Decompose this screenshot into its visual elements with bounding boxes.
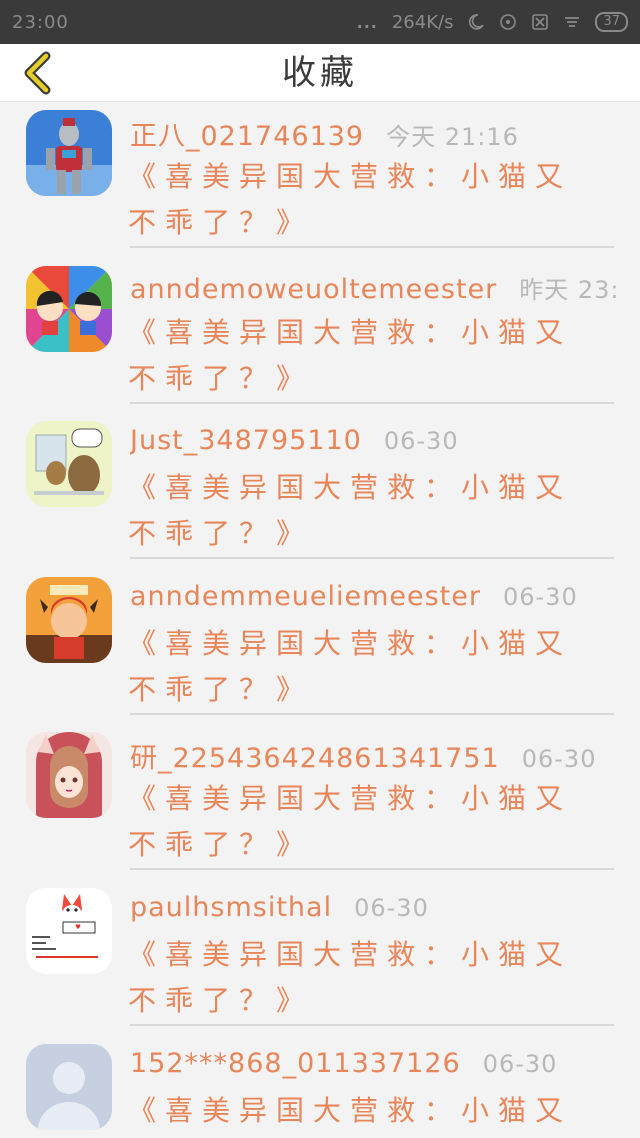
item-header: 正八_021746139 今天 21:16 (130, 114, 620, 154)
item-title[interactable]: 《喜美异国大营救：小猫又不乖 (128, 1088, 608, 1138)
divider (130, 557, 614, 560)
username[interactable]: Just_348795110 (130, 425, 362, 456)
favorite-item[interactable]: 正八_021746139 今天 21:16 《喜美异国大营救：小猫又不乖了？》 (0, 102, 640, 258)
username[interactable]: paulhsmsithal (130, 892, 332, 923)
username[interactable]: 正八_021746139 (130, 114, 364, 153)
item-header: anndemmeueliemeester 06-30 (130, 581, 620, 621)
no-sim-icon (532, 14, 549, 30)
divider (130, 712, 614, 715)
status-bar: 23:00 ... 264K/s 37 (0, 0, 640, 44)
status-time: 23:00 (12, 11, 69, 33)
username[interactable]: anndemmeueliemeester (130, 581, 481, 612)
page-title: 收藏 (282, 53, 358, 93)
timestamp: 06-30 (383, 427, 459, 456)
favorite-item[interactable]: 研_2254364248613417​51 06-30 《喜美异国大营救：小猫又… (0, 724, 640, 880)
favorite-item[interactable]: paulhsmsithal 06-30 《喜美异国大营救：小猫又不乖了？》 (0, 880, 640, 1036)
item-title[interactable]: 《喜美异国大营救：小猫又不乖了？》 (128, 465, 608, 557)
username[interactable]: anndemoweuoltemeester (130, 274, 497, 305)
timestamp: 06-30 (521, 745, 597, 774)
moon-icon (469, 14, 485, 30)
status-icons: ... 264K/s 37 (357, 12, 628, 33)
wifi-icon (565, 17, 580, 27)
username[interactable]: 研_2254364248613417​51 (130, 736, 500, 775)
network-speed: 264K/s (391, 11, 454, 33)
item-title[interactable]: 《喜美异国大营救：小猫又不乖了？》 (128, 310, 608, 402)
item-title[interactable]: 《喜美异国大营救：小猫又不乖了？》 (128, 154, 608, 246)
favorites-list: 正八_021746139 今天 21:16 《喜美异国大营救：小猫又不乖了？》 … (0, 102, 640, 1138)
username[interactable]: 152***868_011337126 (130, 1048, 461, 1079)
item-header: 研_2254364248613417​51 06-30 (130, 736, 620, 776)
taurus-cartoon-avatar-icon[interactable] (26, 576, 112, 663)
favorite-item[interactable]: anndemoweuoltemeester 昨天 23:46 《喜美异国大营救：… (0, 258, 640, 414)
favorite-item[interactable]: Just_348795110 06-30 《喜美异国大营救：小猫又不乖了？》 (0, 413, 640, 569)
divider (130, 1023, 614, 1026)
timestamp: 昨天 23:46 (519, 275, 620, 304)
cartoon-kids-avatar-icon[interactable] (26, 265, 112, 352)
timestamp: 06-30 (482, 1049, 558, 1078)
item-header: Just_348795110 06-30 (130, 425, 620, 465)
divider (130, 868, 614, 871)
item-title[interactable]: 《喜美异国大营救：小猫又不乖了？》 (128, 621, 608, 713)
item-header: anndemoweuoltemeester 昨天 23:46 (130, 270, 620, 310)
timestamp: 06-30 (502, 582, 578, 611)
favorite-item[interactable]: anndemmeueliemeester 06-30 《喜美异国大营救：小猫又不… (0, 569, 640, 725)
item-header: paulhsmsithal 06-30 (130, 892, 620, 932)
timestamp: 06-30 (354, 893, 429, 922)
fox-i-love-u-avatar-icon[interactable] (26, 887, 112, 974)
anime-girl-avatar-icon[interactable] (26, 732, 112, 819)
item-header: 152***868_011337126 06-30 (130, 1048, 620, 1088)
hotspot-icon (500, 14, 517, 30)
item-title[interactable]: 《喜美异国大营救：小猫又不乖了？》 (128, 932, 608, 1024)
divider (130, 401, 614, 404)
ultraman-avatar-icon[interactable] (26, 110, 112, 196)
item-title[interactable]: 《喜美异国大营救：小猫又不乖了？》 (128, 776, 608, 868)
header-bar: 收藏 (0, 44, 640, 102)
timestamp: 今天 21:16 (386, 123, 519, 151)
battery-indicator: 37 (595, 12, 628, 32)
divider (130, 246, 614, 248)
notification-dots: ... (356, 12, 378, 32)
favorite-item[interactable]: 152***868_011337126 06-30 《喜美异国大营救：小猫又不乖 (0, 1036, 640, 1138)
default-user-avatar-icon[interactable] (26, 1043, 112, 1130)
ouch-cartoon-avatar-icon[interactable] (26, 421, 112, 508)
